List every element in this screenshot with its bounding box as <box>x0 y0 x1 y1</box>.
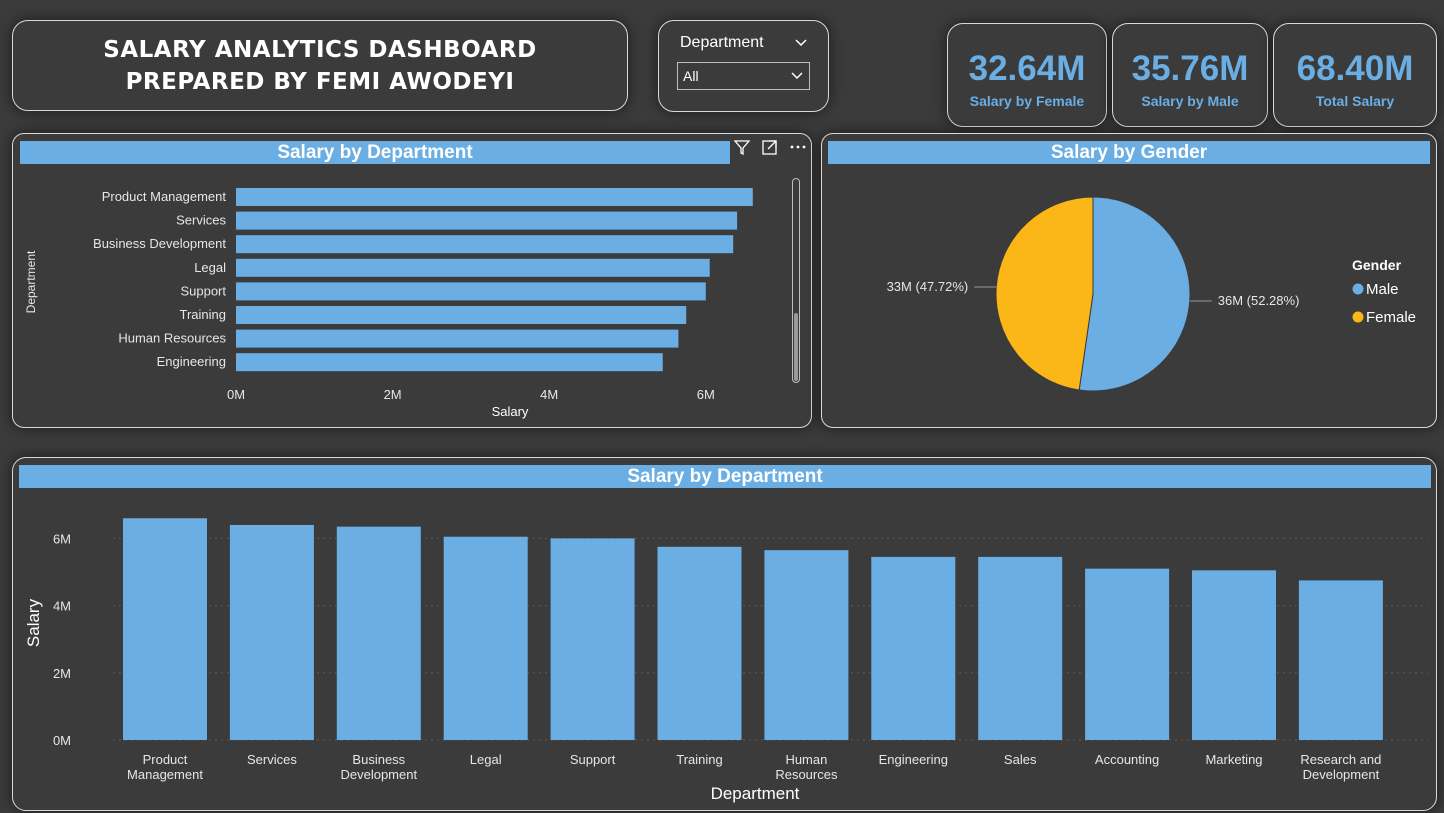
bar-8 <box>871 556 956 740</box>
chevron-down-icon <box>791 72 803 80</box>
category-label: Support <box>180 283 226 298</box>
legend-label: Male <box>1366 281 1399 298</box>
y-tick-label: 0M <box>53 733 71 748</box>
bar-8 <box>236 353 663 372</box>
y-tick-label: 6M <box>53 531 71 546</box>
category-label: Product Management <box>102 189 227 204</box>
bar-4 <box>443 536 528 740</box>
x-tick-label: 0M <box>227 387 245 402</box>
vbar-chart: 0M 2M 4M 6M Product Management Services Busines… <box>24 518 1428 803</box>
kpi-label: Salary by Male <box>1141 93 1239 109</box>
scrollbar-thumb[interactable] <box>794 313 798 381</box>
x-tick-label: 4M <box>540 387 558 402</box>
kpi-label: Salary by Female <box>969 93 1085 109</box>
kpi-salary-female: 32.64M Salary by Female <box>947 23 1107 127</box>
kpi-value: 35.76M <box>1131 49 1249 88</box>
dashboard-title-line1: SALARY ANALYTICS DASHBOARD <box>103 36 537 63</box>
bar-2 <box>236 211 738 230</box>
bar-6 <box>236 306 687 324</box>
x-tick-label: 2M <box>384 387 402 402</box>
bar-4 <box>236 258 710 277</box>
category-label: Services <box>176 213 226 228</box>
category-label: Engineering <box>157 354 226 369</box>
bar-1 <box>236 188 753 206</box>
category-label: Support <box>570 752 616 767</box>
bar-9 <box>978 556 1063 740</box>
dashboard-title-line2: PREPARED BY FEMI AWODEYI <box>125 68 515 95</box>
legend-marker <box>1352 283 1364 295</box>
bar-5 <box>550 538 635 740</box>
bar-3 <box>336 526 421 740</box>
bar-3 <box>236 235 734 254</box>
department-dropdown[interactable]: All <box>677 62 810 90</box>
bar-1 <box>123 518 207 740</box>
x-axis-label: Salary <box>492 404 529 419</box>
category-label: Services <box>247 752 297 767</box>
legend-marker <box>1352 311 1364 323</box>
category-label: Research and Development <box>1300 752 1381 782</box>
y-tick-label: 2M <box>53 666 71 681</box>
category-label: Human Resources <box>118 331 226 346</box>
salary-by-gender-panel[interactable]: Salary by Gender 36M (52.28%) 33M (47.72%… <box>821 133 1437 428</box>
kpi-value: 68.40M <box>1296 49 1414 88</box>
bar-11 <box>1192 570 1276 740</box>
category-label: Engineering <box>879 752 948 767</box>
hbar-chart: Product Management Services Business Devel… <box>24 188 753 419</box>
x-axis-label: Department <box>711 784 800 803</box>
pie-slice-male <box>1078 196 1191 392</box>
dropdown-selected-value: All <box>683 68 699 84</box>
y-axis-label: Department <box>24 250 38 313</box>
category-label: Training <box>676 752 722 767</box>
bar-7 <box>236 329 679 348</box>
x-tick-label: 6M <box>697 387 715 402</box>
salary-by-department-vbar-panel[interactable]: Salary by Department 0M 2M 4M 6M Product Mana… <box>12 457 1437 811</box>
category-label: Human Resources <box>775 752 838 782</box>
category-label: Sales <box>1004 752 1037 767</box>
kpi-label: Total Salary <box>1315 93 1395 109</box>
legend-title: Gender <box>1352 257 1402 273</box>
kpi-salary-male: 35.76M Salary by Male <box>1112 23 1268 127</box>
dashboard-title-card: SALARY ANALYTICS DASHBOARD PREPARED BY F… <box>12 20 628 111</box>
salary-by-department-hbar-panel[interactable]: Salary by Department Product Management S… <box>12 133 812 428</box>
bar-10 <box>1085 568 1170 740</box>
category-label: Legal <box>194 260 226 275</box>
category-label: Training <box>180 307 226 322</box>
legend-label: Female <box>1366 309 1416 326</box>
data-label: 33M (47.72%) <box>887 279 969 294</box>
slicer-label: Department <box>680 34 764 51</box>
bar-6 <box>657 546 742 740</box>
pie-slice-female <box>995 196 1094 391</box>
category-label: Business Development <box>340 752 417 782</box>
pie-chart: 36M (52.28%) 33M (47.72%) Gender Male Female <box>887 196 1416 392</box>
category-label: Product Management <box>127 752 203 782</box>
bar-12 <box>1298 580 1383 740</box>
y-tick-label: 4M <box>53 599 71 614</box>
category-label: Accounting <box>1095 752 1159 767</box>
data-label: 36M (52.28%) <box>1218 293 1300 308</box>
category-label: Legal <box>470 752 502 767</box>
chevron-down-icon[interactable] <box>794 36 808 50</box>
bar-7 <box>764 550 849 740</box>
y-axis-label: Salary <box>24 598 43 647</box>
kpi-value: 32.64M <box>968 49 1086 88</box>
chart-scrollbar[interactable] <box>792 178 800 383</box>
category-label: Marketing <box>1205 752 1262 767</box>
department-slicer: Department All <box>658 20 829 112</box>
kpi-total-salary: 68.40M Total Salary <box>1273 23 1437 127</box>
category-label: Business Development <box>93 236 226 251</box>
bar-2 <box>229 524 314 740</box>
bar-5 <box>236 282 706 301</box>
